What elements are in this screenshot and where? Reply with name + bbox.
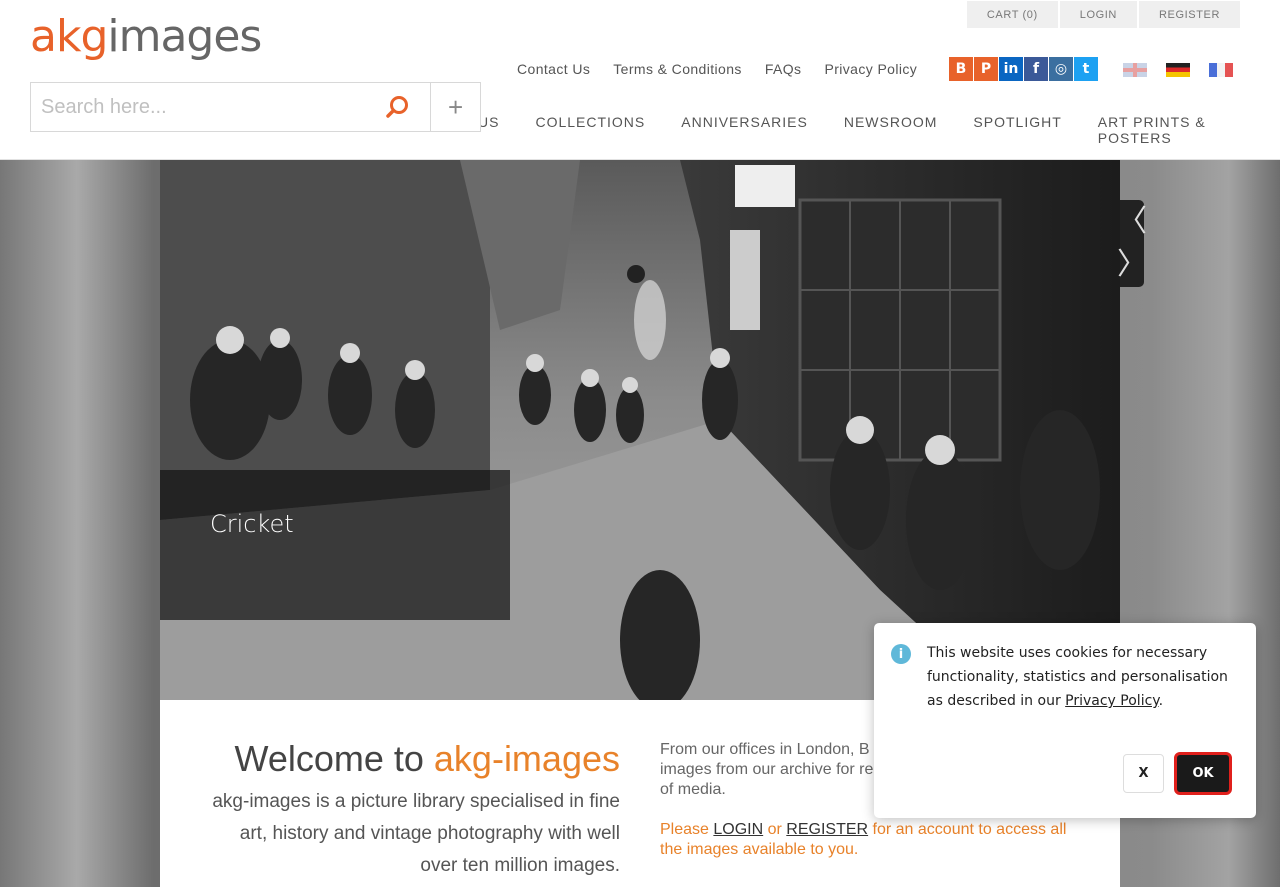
cookie-message: This website uses cookies for necessary … <box>927 641 1237 713</box>
blog-icon[interactable]: B <box>949 57 973 81</box>
cart-link[interactable]: CART (0) <box>966 1 1058 28</box>
welcome-title-brand: akg-images <box>433 738 620 779</box>
register-link[interactable]: REGISTER <box>1138 1 1240 28</box>
nav-item-spotlight[interactable]: SPOTLIGHT <box>973 114 1061 146</box>
please-text: Please <box>660 821 714 838</box>
welcome-login-link[interactable]: LOGIN <box>713 821 763 838</box>
account-prompt: Please LOGIN or REGISTER for an account … <box>660 820 1090 860</box>
linkedin-icon[interactable]: in <box>999 57 1023 81</box>
hero-caption[interactable]: Cricket <box>160 470 510 620</box>
top-links: Contact Us Terms & Conditions FAQs Priva… <box>517 61 940 77</box>
privacy-policy-link[interactable]: Privacy Policy <box>824 61 917 77</box>
welcome-title: Welcome to akg-images <box>235 738 621 780</box>
cookie-banner: i This website uses cookies for necessar… <box>874 623 1256 818</box>
logo-images: images <box>107 11 262 62</box>
language-flags <box>1123 63 1233 77</box>
social-icons: B P in f ◎ t <box>949 57 1098 81</box>
faqs-link[interactable]: FAQs <box>765 61 802 77</box>
carousel-controls: 〈 〉 <box>1117 200 1147 287</box>
french-flag-icon[interactable] <box>1209 63 1233 77</box>
welcome-title-prefix: Welcome to <box>234 738 434 779</box>
or-text: or <box>763 821 787 838</box>
cookie-privacy-link[interactable]: Privacy Policy <box>1065 693 1158 709</box>
logo-akg: akg <box>30 11 108 62</box>
nav-item-collections[interactable]: COLLECTIONS <box>535 114 645 146</box>
search-icon[interactable] <box>365 83 430 131</box>
cookie-dismiss-button[interactable]: X <box>1123 754 1164 793</box>
carousel-prev-icon[interactable]: 〈 <box>1117 200 1147 243</box>
instagram-icon[interactable]: ◎ <box>1049 57 1073 81</box>
account-bar: CART (0) LOGIN REGISTER <box>966 1 1240 28</box>
twitter-icon[interactable]: t <box>1074 57 1098 81</box>
site-header: akgimages CART (0) LOGIN REGISTER Contac… <box>0 0 1280 160</box>
info-icon: i <box>891 644 911 664</box>
search-bar: + <box>30 82 481 132</box>
facebook-icon[interactable]: f <box>1024 57 1048 81</box>
hero-caption-text: Cricket <box>210 510 294 538</box>
nav-item-art-prints[interactable]: ART PRINTS & POSTERS <box>1098 114 1244 146</box>
logo[interactable]: akgimages <box>30 11 262 62</box>
uk-flag-icon[interactable] <box>1123 63 1147 77</box>
advanced-search-plus-icon[interactable]: + <box>430 83 480 131</box>
german-flag-icon[interactable] <box>1166 63 1190 77</box>
welcome-text: akg-images is a picture library speciali… <box>212 791 620 876</box>
cookie-ok-button[interactable]: OK <box>1174 752 1232 795</box>
nav-item-anniversaries[interactable]: ANNIVERSARIES <box>681 114 808 146</box>
search-input[interactable] <box>31 83 366 131</box>
nav-item-newsroom[interactable]: NEWSROOM <box>844 114 938 146</box>
terms-link[interactable]: Terms & Conditions <box>613 61 742 77</box>
nav-item-us[interactable]: US <box>478 114 499 146</box>
welcome-register-link[interactable]: REGISTER <box>786 821 868 838</box>
carousel-next-icon[interactable]: 〉 <box>1117 243 1147 286</box>
main-nav: US COLLECTIONS ANNIVERSARIES NEWSROOM SP… <box>478 114 1280 146</box>
pinterest-icon[interactable]: P <box>974 57 998 81</box>
contact-us-link[interactable]: Contact Us <box>517 61 590 77</box>
cookie-period: . <box>1158 693 1164 709</box>
login-link[interactable]: LOGIN <box>1059 1 1137 28</box>
